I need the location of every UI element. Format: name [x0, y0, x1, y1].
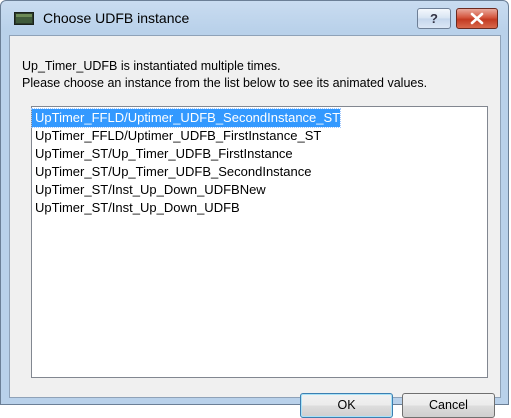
- message-line-2: Please choose an instance from the list …: [22, 76, 428, 90]
- cancel-button[interactable]: Cancel: [402, 393, 495, 418]
- list-item[interactable]: UpTimer_ST/Up_Timer_UDFB_SecondInstance: [32, 163, 311, 181]
- close-button[interactable]: [456, 8, 498, 29]
- list-item-selected[interactable]: UpTimer_FFLD/Uptimer_UDFB_SecondInstance…: [30, 108, 342, 128]
- title-bar[interactable]: Choose UDFB instance ?: [1, 1, 508, 35]
- close-icon: [470, 12, 484, 25]
- dialog-content: Up_Timer_UDFB is instantiated multiple t…: [9, 35, 501, 418]
- app-window-icon: [14, 12, 34, 25]
- list-item[interactable]: UpTimer_FFLD/Uptimer_UDFB_FirstInstance_…: [32, 127, 321, 145]
- list-item[interactable]: UpTimer_ST/Inst_Up_Down_UDFB: [32, 199, 240, 217]
- list-item[interactable]: UpTimer_ST/Up_Timer_UDFB_FirstInstance: [32, 145, 293, 163]
- message-line-1: Up_Timer_UDFB is instantiated multiple t…: [22, 59, 281, 73]
- help-button[interactable]: ?: [417, 8, 451, 29]
- window-title: Choose UDFB instance: [43, 10, 190, 26]
- choose-udfb-dialog: Choose UDFB instance ? Up_Timer_UDFB is …: [0, 0, 509, 418]
- list-item[interactable]: UpTimer_ST/Inst_Up_Down_UDFBNew: [32, 181, 266, 199]
- ok-button[interactable]: OK: [300, 393, 393, 418]
- instance-list[interactable]: UpTimer_FFLD/Uptimer_UDFB_SecondInstance…: [30, 106, 488, 378]
